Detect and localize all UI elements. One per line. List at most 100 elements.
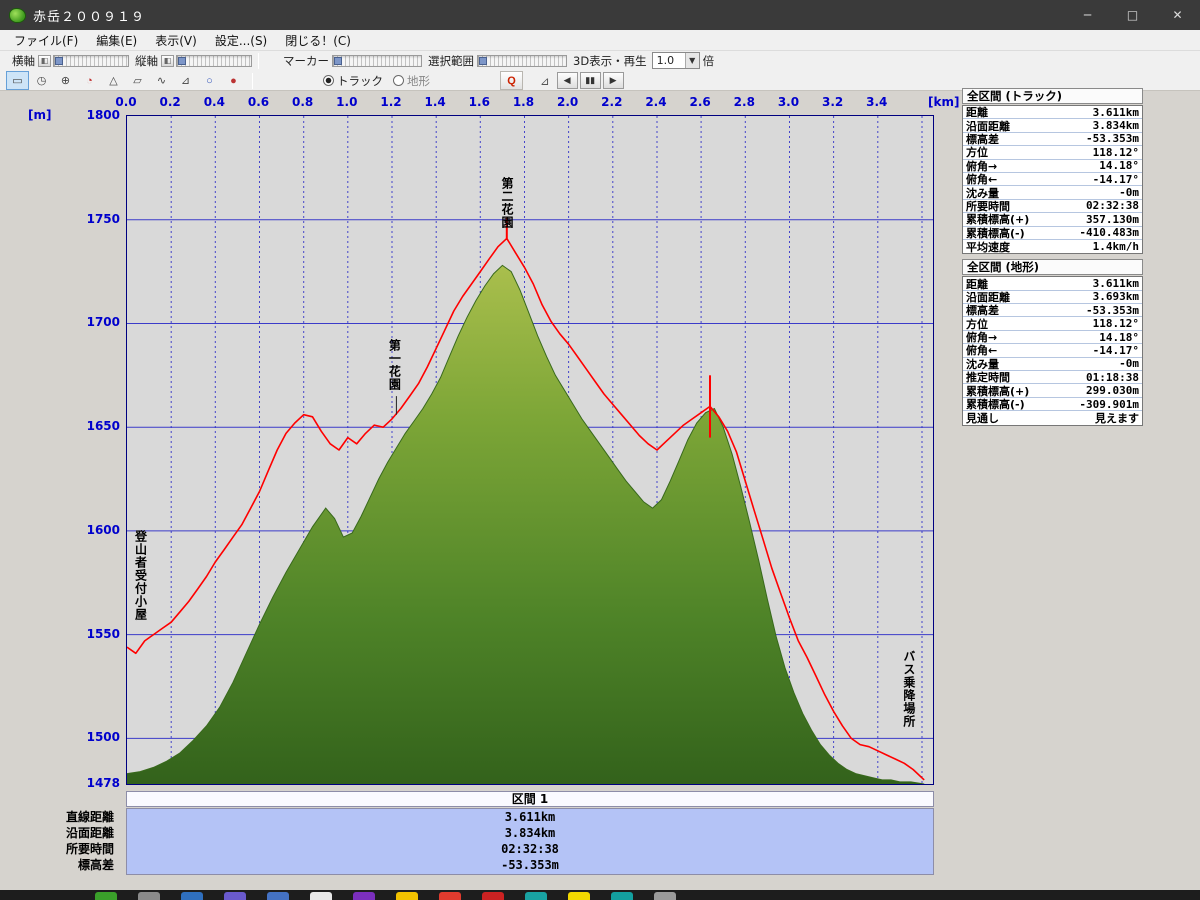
taskbar-icon[interactable] <box>611 892 633 900</box>
compass-button[interactable]: ⊕ <box>54 71 77 90</box>
haxis-mini-icon[interactable]: ◧ <box>38 54 51 67</box>
taskbar-icon[interactable] <box>568 892 590 900</box>
taskbar-icon[interactable] <box>396 892 418 900</box>
stats-value: -0m <box>1119 186 1139 200</box>
menu-item-c[interactable]: 閉じる！(C) <box>276 30 360 51</box>
profile-button[interactable]: △ <box>102 71 125 90</box>
haxis-slider[interactable] <box>53 54 129 67</box>
stats-value: -14.17° <box>1092 172 1139 186</box>
stats-row: 平均速度 1.4km/h <box>963 240 1142 254</box>
section-value: 3.834km <box>504 826 556 840</box>
pause-button[interactable]: ▮▮ <box>579 72 601 89</box>
minimize-button[interactable]: ─ <box>1065 0 1110 30</box>
chart-annotation: 登山者受付小屋 <box>133 529 148 621</box>
stats-value: -0m <box>1119 357 1139 371</box>
x-tick-label: 0.4 <box>203 95 225 109</box>
y-tick-label: 1750 <box>86 211 120 226</box>
track-panel-title: 全区間 (トラック) <box>962 88 1143 104</box>
taskbar-icon[interactable] <box>181 892 203 900</box>
section-label: 沿面距離 <box>65 826 114 840</box>
taskbar[interactable] <box>0 890 1200 900</box>
stamp-button[interactable]: ● <box>222 71 245 90</box>
stats-value: -309.901m <box>1079 397 1139 411</box>
stats-value: 14.18° <box>1099 159 1139 173</box>
stats-value: 3.611km <box>1092 105 1139 119</box>
chart-annotation: 第二花園 <box>500 177 515 230</box>
menu-item-s[interactable]: 設定...(S) <box>206 30 276 51</box>
taskbar-icon[interactable] <box>95 892 117 900</box>
maximize-button[interactable]: □ <box>1110 0 1155 30</box>
menu-item-e[interactable]: 編集(E) <box>87 30 146 51</box>
title-bar: 赤岳２００９１９ ─ □ ✕ <box>0 0 1200 30</box>
section-value: -53.353m <box>501 858 559 872</box>
toolbar-row-1: 横軸 ◧ 縦軸 ◧ マーカー 選択範囲 3D表示・再生 1.0 ▼ 倍 <box>0 51 1200 70</box>
section-values-box: 3.611km 3.834km 02:32:38 -53.353m <box>126 808 934 875</box>
taskbar-icon[interactable] <box>525 892 547 900</box>
taskbar-icon[interactable] <box>310 892 332 900</box>
marker-erase-button[interactable]: Q <box>500 71 523 90</box>
vaxis-label: 縦軸 <box>135 53 158 68</box>
slope-button[interactable]: ⊿ <box>174 71 197 90</box>
profile-icon: △ <box>109 75 118 87</box>
compass-icon: ⊕ <box>60 75 71 87</box>
speed-value: 1.0 <box>656 54 675 67</box>
pie-button[interactable]: ◔ <box>78 71 101 90</box>
stats-value: 3.834km <box>1092 119 1139 133</box>
y-tick-label: 1478 <box>86 776 120 790</box>
taskbar-icon[interactable] <box>138 892 160 900</box>
stats-value: 見えます <box>1095 411 1139 425</box>
speed-select[interactable]: 1.0 ▼ <box>651 52 700 69</box>
menu-item-v[interactable]: 表示(V) <box>146 30 206 51</box>
y-tick-label: 1700 <box>86 315 120 330</box>
x-tick-label: 2.2 <box>601 95 623 109</box>
area-button[interactable]: ▱ <box>126 71 149 90</box>
radio-terrain-radio[interactable] <box>393 75 404 86</box>
marker-slider[interactable] <box>332 54 422 67</box>
taskbar-icon[interactable] <box>654 892 676 900</box>
stats-value: -410.483m <box>1079 226 1139 240</box>
selection-slider[interactable] <box>477 54 567 67</box>
selection-label: 選択範囲 <box>428 53 474 68</box>
track-stats-table: 距離 3.611km 沿面距離 3.834km 標高差 -53.353m 方位 118.12°… <box>962 105 1143 255</box>
area-icon: ▱ <box>133 75 142 87</box>
taskbar-icon[interactable] <box>267 892 289 900</box>
y-tick-label: 1800 <box>86 108 120 122</box>
stats-value: -14.17° <box>1092 343 1139 357</box>
gradient-icon: ⊿ <box>540 73 550 88</box>
y-tick-label: 1600 <box>86 522 120 537</box>
taskbar-icon[interactable] <box>224 892 246 900</box>
stats-value: 02:32:38 <box>1086 199 1139 213</box>
radio-track-radio[interactable] <box>323 75 334 86</box>
x-tick-label: 0.2 <box>159 95 181 109</box>
menu-item-f[interactable]: ファイル(F) <box>5 30 87 51</box>
stats-value: 14.18° <box>1099 330 1139 344</box>
speed-unit-label: 倍 <box>702 53 715 68</box>
close-button[interactable]: ✕ <box>1155 0 1200 30</box>
drop-button[interactable]: ○ <box>198 71 221 90</box>
clock-button[interactable]: ◷ <box>30 71 53 90</box>
y-tick-label: 1500 <box>86 730 120 745</box>
chevron-down-icon[interactable]: ▼ <box>684 53 699 68</box>
x-tick-label: 1.2 <box>380 95 402 109</box>
vaxis-slider[interactable] <box>176 54 252 67</box>
step-back-button[interactable]: ◀ <box>556 72 578 89</box>
elevation-profile-svg[interactable] <box>126 116 933 785</box>
stats-row: 標高差 -53.353m <box>963 132 1142 147</box>
taskbar-icon[interactable] <box>482 892 504 900</box>
y-unit-label: [m] <box>28 108 52 122</box>
taskbar-icon[interactable] <box>353 892 375 900</box>
elevation-profile-plot[interactable] <box>126 115 934 785</box>
wave-button[interactable]: ∿ <box>150 71 173 90</box>
window-title: 赤岳２００９１９ <box>33 9 146 25</box>
stamp-icon: ● <box>230 74 237 87</box>
stats-label: 平均速度 <box>966 240 1010 254</box>
x-tick-label: 1.0 <box>336 95 358 109</box>
wave-icon: ∿ <box>156 75 167 87</box>
stats-label: 見通し <box>966 411 999 425</box>
vaxis-mini-icon[interactable]: ◧ <box>161 54 174 67</box>
play-button[interactable]: ▶ <box>602 72 624 89</box>
stats-value: 3.611km <box>1092 277 1139 290</box>
distance-ruler-button[interactable]: ▭ <box>6 71 29 90</box>
x-tick-label: 0.0 <box>115 95 137 109</box>
taskbar-icon[interactable] <box>439 892 461 900</box>
